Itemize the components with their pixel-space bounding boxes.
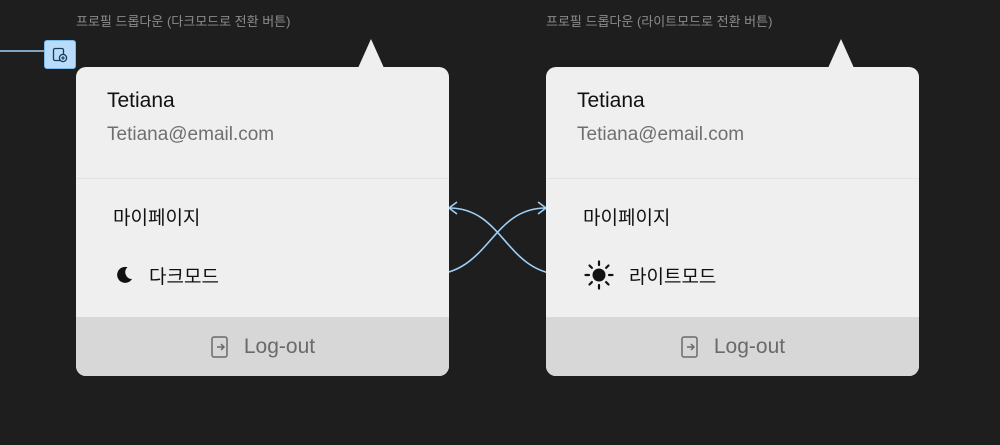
flow-start-node[interactable] [44, 40, 76, 69]
logout-button[interactable]: Log-out [546, 317, 919, 376]
dark-mode-label: 다크모드 [149, 266, 219, 288]
logout-icon [681, 335, 698, 358]
user-email: Tetiana@email.com [107, 124, 275, 145]
logout-button[interactable]: Log-out [76, 317, 449, 376]
user-name: Tetiana [577, 89, 645, 112]
logout-label: Log-out [243, 334, 316, 358]
divider [76, 178, 449, 179]
sun-icon [584, 260, 614, 290]
profile-dropdown-light: Tetiana Tetiana@email.com 마이페이지 라이트모드 Lo… [546, 39, 919, 376]
user-name: Tetiana [107, 89, 175, 112]
dropdown-pointer [358, 39, 384, 68]
profile-dropdown-dark: Tetiana Tetiana@email.com 마이페이지 다크모드 Log… [76, 39, 449, 376]
flow-start-icon [52, 47, 68, 62]
light-mode-label: 라이트모드 [629, 266, 717, 288]
menu-item-mypage[interactable]: 마이페이지 [583, 203, 670, 230]
light-mode-toggle[interactable]: 라이트모드 [583, 260, 716, 290]
moon-icon [117, 266, 132, 283]
dark-mode-toggle[interactable]: 다크모드 [113, 260, 219, 290]
divider [546, 178, 919, 179]
logout-icon [211, 335, 228, 358]
user-email: Tetiana@email.com [577, 124, 745, 145]
logout-label: Log-out [713, 334, 786, 358]
dropdown-pointer [828, 39, 854, 68]
menu-item-mypage[interactable]: 마이페이지 [113, 203, 200, 230]
